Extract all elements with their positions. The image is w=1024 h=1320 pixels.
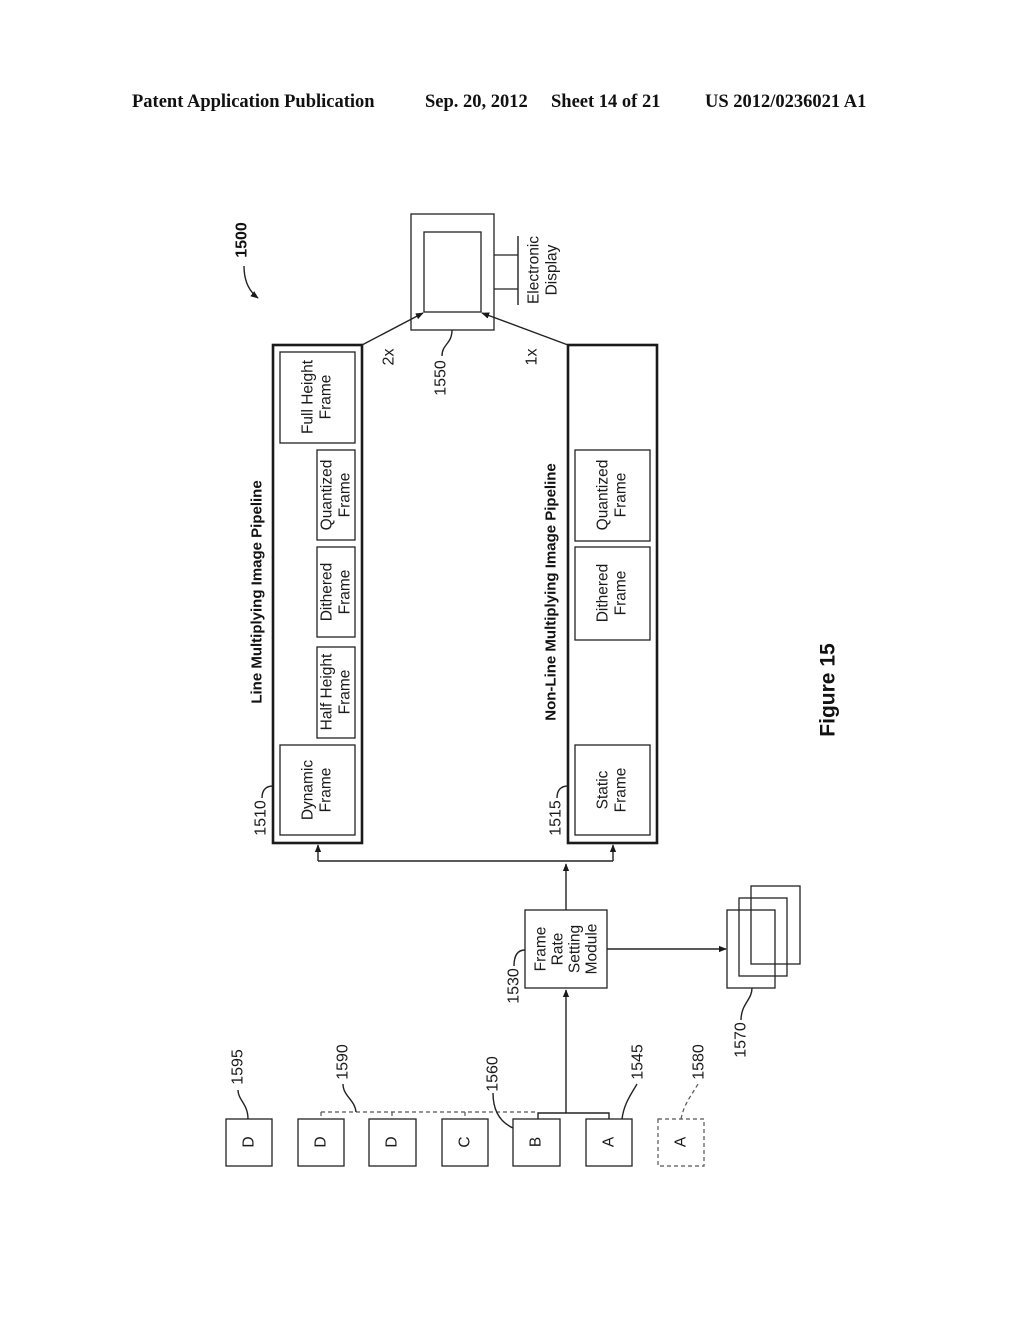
stage-label-line2: Frame bbox=[318, 768, 335, 813]
pipeline-outputs: 2x 1x bbox=[361, 312, 569, 366]
frame-item: D bbox=[225, 1118, 273, 1167]
module-ref: 1530 bbox=[506, 968, 523, 1004]
frame-buffer: 1570 bbox=[607, 885, 801, 1058]
frame-item: A bbox=[585, 1118, 633, 1167]
module-label-line1: Frame bbox=[533, 927, 550, 972]
stage-label-line2: Frame bbox=[337, 570, 354, 615]
frame-letter: B bbox=[528, 1137, 545, 1147]
electronic-display: Electronic Display 1550 bbox=[410, 213, 561, 396]
non-line-pipeline-ref-leader bbox=[556, 785, 569, 799]
stage-label-line1: Dithered bbox=[595, 564, 612, 623]
repeated-group-ref: 1590 bbox=[335, 1044, 352, 1080]
current-a-ref: 1545 bbox=[630, 1044, 647, 1080]
frame-item: B bbox=[512, 1118, 561, 1167]
frame-item-previous: A bbox=[657, 1118, 705, 1167]
module-label-line3: Setting bbox=[567, 925, 584, 973]
previous-a-ref: 1580 bbox=[691, 1044, 708, 1080]
stage-label-line1: Full Height bbox=[300, 359, 317, 434]
frame-buffer-ref: 1570 bbox=[733, 1022, 750, 1058]
publication-date: Sep. 20, 2012 bbox=[425, 92, 528, 112]
patent-sheet: Patent Application Publication Sep. 20, … bbox=[132, 92, 866, 1167]
module-distribution bbox=[314, 844, 617, 910]
stage-dynamic-frame: Dynamic Frame bbox=[279, 744, 356, 836]
non-line-multiplying-pipeline: Non-Line Multiplying Image Pipeline Stat… bbox=[543, 343, 659, 845]
frame-item: D bbox=[368, 1118, 417, 1167]
stage-label-line2: Frame bbox=[613, 473, 630, 518]
sheet-number: Sheet 14 of 21 bbox=[551, 92, 660, 112]
line-pipeline-ref-leader bbox=[261, 785, 274, 799]
stage-dithered-frame: Dithered Frame bbox=[574, 546, 651, 641]
stage-label-line2: Frame bbox=[613, 571, 630, 616]
stage-label-line2: Frame bbox=[613, 768, 630, 813]
figure-caption: Figure 15 bbox=[817, 643, 840, 737]
stage-quantized-frame: Quantized Frame bbox=[316, 449, 356, 541]
repeated-group-ticks bbox=[320, 1112, 466, 1119]
line-pipeline-output-arrow-icon bbox=[361, 312, 424, 346]
stage-label-line1: Dynamic bbox=[300, 760, 317, 821]
current-b-ref-leader bbox=[492, 1092, 514, 1129]
stage-label-line1: Static bbox=[595, 770, 612, 809]
display-ref-leader bbox=[441, 329, 453, 357]
stage-label-line2: Frame bbox=[337, 473, 354, 518]
stage-label-line2: Frame bbox=[337, 670, 354, 715]
stage-dithered-frame: Dithered Frame bbox=[316, 546, 356, 638]
last-frame-ref-leader bbox=[237, 1089, 249, 1120]
module-ref-leader bbox=[513, 949, 526, 967]
frame-letter: D bbox=[313, 1136, 330, 1147]
non-line-pipeline-title: Non-Line Multiplying Image Pipeline bbox=[543, 463, 560, 721]
publication-title: Patent Application Publication bbox=[132, 92, 375, 112]
page-header: Patent Application Publication Sep. 20, … bbox=[132, 92, 866, 112]
frame-letter: A bbox=[601, 1136, 618, 1147]
frame-letter: D bbox=[241, 1136, 258, 1147]
stage-label-line1: Half Height bbox=[319, 653, 336, 730]
non-line-pipeline-output-arrow-icon bbox=[481, 312, 569, 346]
stage-label-line1: Dithered bbox=[319, 563, 336, 622]
frame-letter: C bbox=[457, 1136, 474, 1147]
current-frames-bracket bbox=[537, 1112, 610, 1119]
last-frame-ref: 1595 bbox=[230, 1049, 247, 1085]
stage-quantized-frame: Quantized Frame bbox=[574, 449, 651, 542]
monitor-stand-neck bbox=[494, 254, 518, 290]
frame-item: D bbox=[297, 1118, 345, 1167]
non-line-pipeline-ref: 1515 bbox=[548, 800, 565, 836]
figure-reference: 1500 bbox=[234, 222, 259, 299]
current-b-ref: 1560 bbox=[485, 1056, 502, 1092]
monitor-screen bbox=[423, 231, 482, 313]
line-multiplying-pipeline: Line Multiplying Image Pipeline Dynamic … bbox=[249, 343, 364, 845]
display-label-line1: Electronic bbox=[526, 236, 543, 304]
patent-number: US 2012/0236021 A1 bbox=[705, 92, 866, 112]
display-ref: 1550 bbox=[433, 360, 450, 396]
stage-static-frame: Static Frame bbox=[574, 744, 651, 836]
current-a-ref-leader bbox=[621, 1083, 638, 1120]
line-pipeline-title: Line Multiplying Image Pipeline bbox=[249, 480, 266, 703]
figure-ref-number: 1500 bbox=[234, 222, 251, 258]
stage-label-line1: Quantized bbox=[595, 460, 612, 531]
stage-full-height-frame: Full Height Frame bbox=[279, 351, 356, 444]
module-label-line4: Module bbox=[584, 924, 601, 975]
stage-half-height-frame: Half Height Frame bbox=[316, 646, 356, 739]
frame-item: C bbox=[441, 1118, 489, 1167]
module-label-line2: Rate bbox=[550, 933, 567, 966]
frame-letter: D bbox=[384, 1136, 401, 1147]
input-frames: D D D C B A A 1595 1590 1560 1545 1580 bbox=[225, 989, 708, 1167]
stage-label-line1: Quantized bbox=[319, 460, 336, 531]
line-pipeline-ref: 1510 bbox=[253, 800, 270, 836]
frame-buffer-ref-leader bbox=[740, 987, 753, 1021]
frame-letter: A bbox=[673, 1136, 690, 1147]
stage-label-line2: Frame bbox=[318, 375, 335, 420]
frame-rate-setting-module: Frame Rate Setting Module 1530 bbox=[506, 909, 608, 1004]
repeated-group-ref-leader bbox=[342, 1083, 357, 1113]
non-line-pipeline-multiplier: 1x bbox=[524, 349, 541, 366]
display-label-line2: Display bbox=[544, 244, 561, 295]
previous-a-ref-leader bbox=[680, 1083, 699, 1120]
line-pipeline-multiplier: 2x bbox=[381, 349, 398, 366]
figure-ref-arrow-icon bbox=[243, 265, 259, 299]
